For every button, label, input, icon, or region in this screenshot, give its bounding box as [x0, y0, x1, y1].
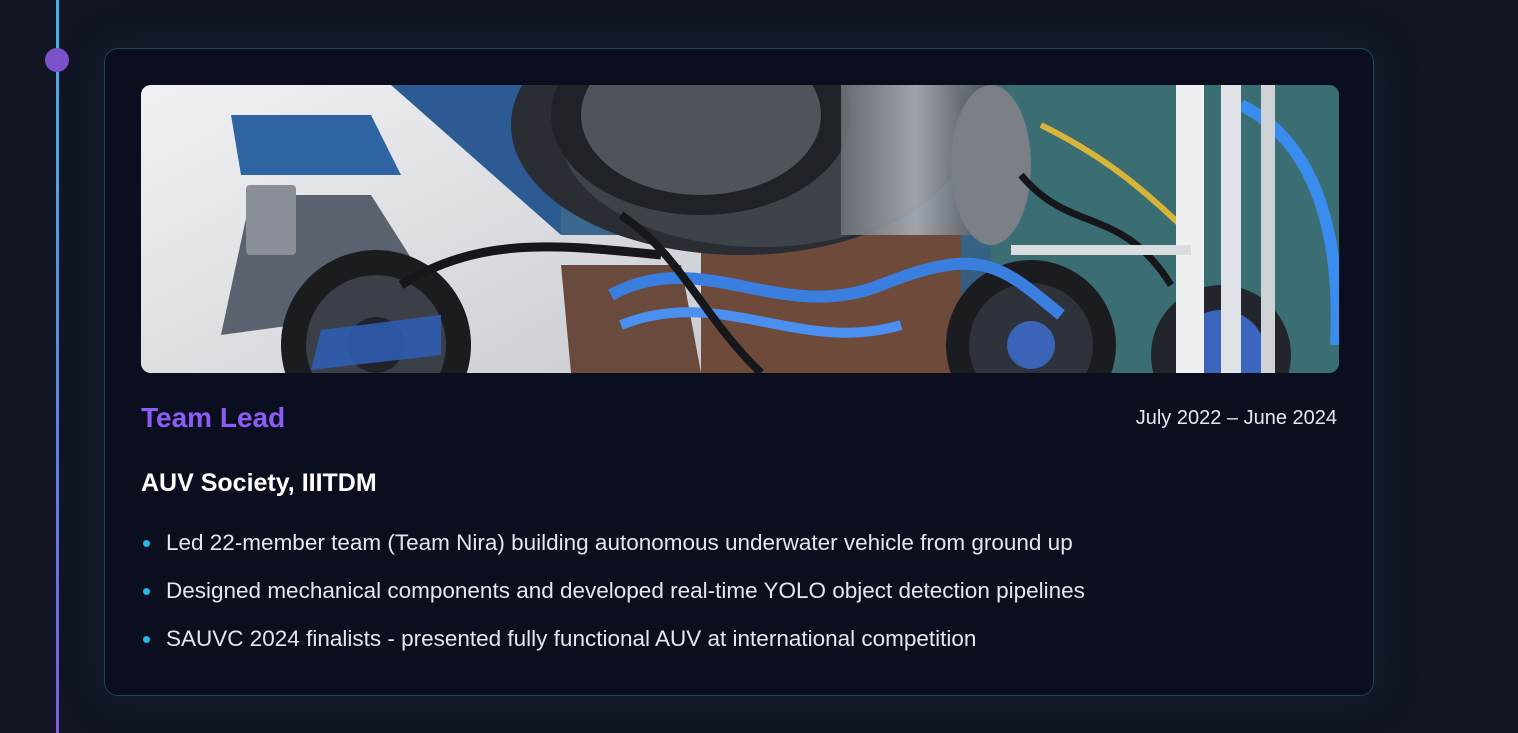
- highlight-item: SAUVC 2024 finalists - presented fully f…: [141, 625, 1331, 653]
- highlights-list: Led 22-member team (Team Nira) building …: [141, 529, 1331, 673]
- timeline-line: [56, 0, 59, 733]
- highlight-text: SAUVC 2024 finalists - presented fully f…: [166, 626, 977, 651]
- employment-dates: July 2022 – June 2024: [1135, 407, 1337, 429]
- bullet-dot-icon: [143, 588, 150, 595]
- highlight-text: Led 22-member team (Team Nira) building …: [166, 530, 1073, 555]
- job-title: Team Lead: [141, 402, 286, 433]
- highlight-item: Led 22-member team (Team Nira) building …: [141, 529, 1331, 557]
- highlight-text: Designed mechanical components and devel…: [166, 578, 1085, 603]
- organization-name: AUV Society, IIITDM: [141, 469, 377, 497]
- experience-card: Team Lead July 2022 – June 2024 AUV Soci…: [104, 48, 1374, 696]
- bullet-dot-icon: [143, 540, 150, 547]
- timeline-dot: [45, 48, 69, 72]
- highlight-item: Designed mechanical components and devel…: [141, 577, 1331, 605]
- bullet-dot-icon: [143, 636, 150, 643]
- auv-photo: [141, 85, 1339, 373]
